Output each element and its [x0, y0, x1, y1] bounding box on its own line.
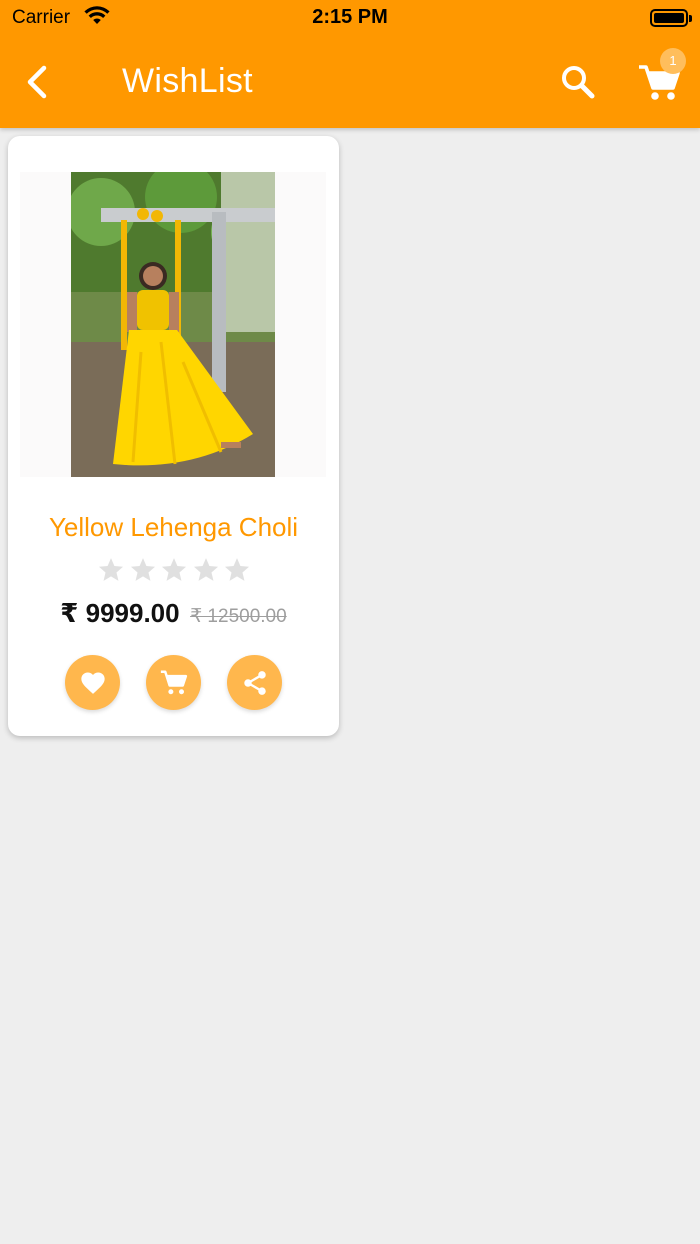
product-actions — [65, 655, 282, 711]
price-row: ₹ 9999.00 ₹ 12500.00 — [8, 598, 339, 629]
add-to-cart-button[interactable] — [146, 655, 201, 710]
product-image[interactable] — [71, 172, 275, 477]
share-icon — [243, 670, 266, 695]
heart-icon — [80, 672, 105, 694]
status-bar: Carrier 2:15 PM — [0, 0, 700, 36]
app-bar: WishList — [0, 36, 700, 128]
product-name[interactable]: Yellow Lehenga Choli — [8, 512, 339, 543]
search-icon — [562, 66, 595, 99]
price-current: ₹ 9999.00 — [60, 598, 180, 628]
battery-icon — [650, 9, 692, 27]
page-title: WishList — [122, 62, 253, 100]
share-button[interactable] — [227, 655, 282, 710]
cart-badge: 1 — [660, 48, 686, 74]
star-icon — [161, 558, 187, 581]
rating-stars — [97, 556, 251, 588]
back-button[interactable] — [20, 60, 56, 104]
star-icon — [98, 558, 124, 581]
status-time: 2:15 PM — [312, 6, 388, 28]
product-image-frame — [20, 172, 326, 477]
add-to-cart-icon — [160, 670, 187, 694]
star-icon — [130, 558, 155, 581]
star-icon — [224, 558, 250, 581]
search-button[interactable] — [558, 60, 598, 104]
wishlist-button[interactable] — [65, 655, 120, 710]
price-original: ₹ 12500.00 — [190, 606, 287, 627]
star-icon — [193, 558, 218, 581]
back-arrow-icon — [27, 65, 47, 99]
header: Carrier 2:15 PM WishList — [0, 0, 700, 128]
product-card[interactable]: Yellow Lehenga Choli ₹ 9999.00 ₹ 12500.0… — [8, 136, 339, 736]
